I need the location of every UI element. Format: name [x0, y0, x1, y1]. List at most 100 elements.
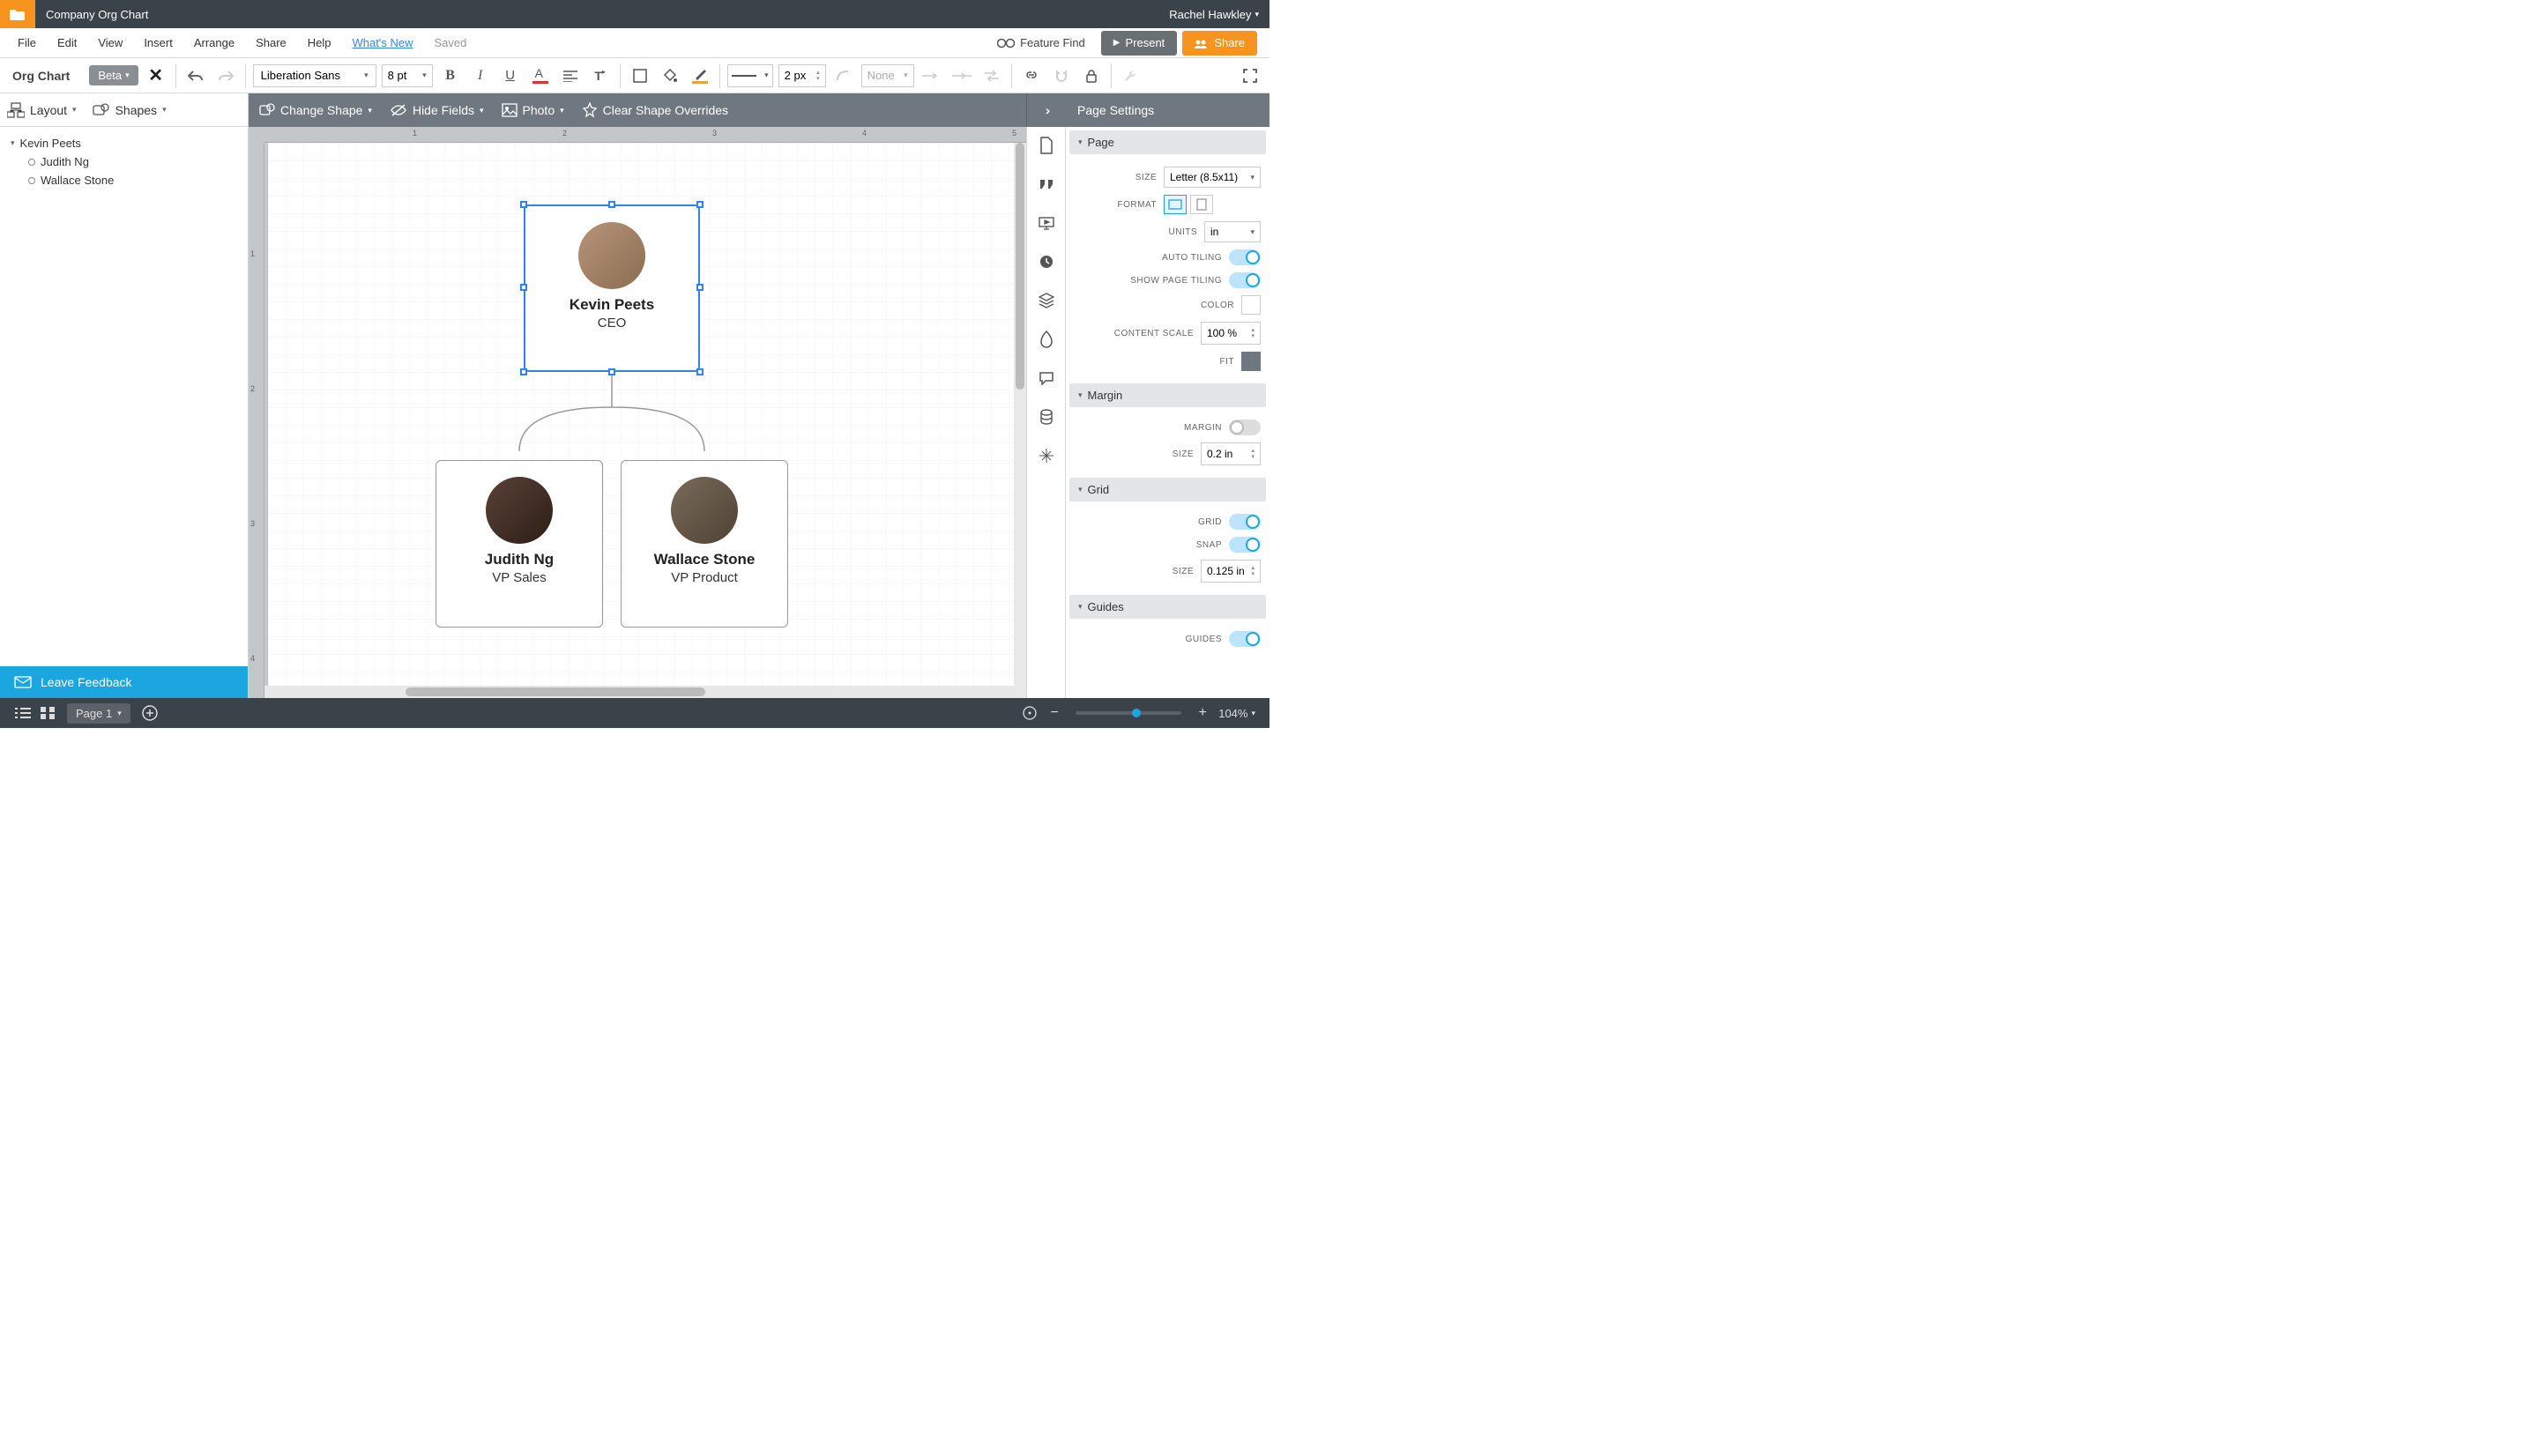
- share-button[interactable]: Share: [1182, 31, 1257, 56]
- content-scale-input[interactable]: 100 % ▴▾: [1201, 322, 1261, 345]
- layout-dropdown[interactable]: Layout▾: [7, 102, 77, 118]
- theme-icon[interactable]: [1037, 330, 1056, 349]
- canvas[interactable]: 1 2 3 4 5 1 2 3 4 Kevin Peets: [249, 127, 1026, 698]
- menu-insert[interactable]: Insert: [133, 36, 183, 49]
- grid-toggle[interactable]: [1229, 514, 1261, 530]
- zoom-level[interactable]: 104%▾: [1215, 707, 1259, 720]
- swap-ends-icon[interactable]: [979, 63, 1004, 88]
- resize-handle[interactable]: [696, 201, 704, 208]
- magnet-icon[interactable]: [1049, 63, 1074, 88]
- section-grid[interactable]: ▾Grid: [1069, 478, 1266, 501]
- resize-handle[interactable]: [608, 201, 615, 208]
- grid-size-input[interactable]: 0.125 in ▴▾: [1201, 560, 1261, 583]
- grid-view-icon[interactable]: [35, 701, 60, 725]
- bold-icon[interactable]: B: [438, 63, 463, 88]
- arrow-end-icon[interactable]: [920, 63, 944, 88]
- wrench-icon[interactable]: [1119, 63, 1143, 88]
- close-mode-icon[interactable]: ✕: [144, 63, 168, 88]
- line-curve-icon[interactable]: [831, 63, 856, 88]
- collapse-right-panel-icon[interactable]: ››: [1026, 93, 1065, 127]
- margin-size-input[interactable]: 0.2 in ▴▾: [1201, 442, 1261, 465]
- margin-toggle[interactable]: [1229, 420, 1261, 435]
- section-margin[interactable]: ▾Margin: [1069, 383, 1266, 407]
- document-title[interactable]: Company Org Chart: [35, 8, 148, 21]
- menu-edit[interactable]: Edit: [47, 36, 87, 49]
- folder-icon[interactable]: [0, 0, 35, 28]
- hide-fields-dropdown[interactable]: Hide Fields▾: [390, 103, 484, 117]
- org-card[interactable]: Wallace Stone VP Product: [621, 460, 788, 628]
- comments-icon[interactable]: [1037, 368, 1056, 388]
- add-page-icon[interactable]: [138, 701, 162, 725]
- fill-color-icon[interactable]: [658, 63, 682, 88]
- canvas-scrollbar-horizontal[interactable]: [264, 686, 1026, 698]
- zoom-slider[interactable]: [1076, 711, 1181, 715]
- leave-feedback-button[interactable]: Leave Feedback: [0, 666, 248, 698]
- auto-tiling-toggle[interactable]: [1229, 249, 1261, 265]
- beta-dropdown[interactable]: Beta▾: [89, 65, 138, 85]
- align-icon[interactable]: [558, 63, 583, 88]
- menu-file[interactable]: File: [7, 36, 47, 49]
- presentation-icon[interactable]: [1037, 213, 1056, 233]
- resize-handle[interactable]: [696, 368, 704, 375]
- section-page[interactable]: ▾Page: [1069, 130, 1266, 154]
- change-shape-dropdown[interactable]: Change Shape▾: [259, 102, 372, 118]
- lock-icon[interactable]: [1079, 63, 1104, 88]
- page-tab[interactable]: Page 1▾: [67, 703, 130, 724]
- border-color-icon[interactable]: [688, 63, 712, 88]
- page-surface[interactable]: Kevin Peets CEO Judith Ng VP Sales: [268, 143, 1017, 698]
- menu-arrange[interactable]: Arrange: [183, 36, 245, 49]
- menu-whats-new[interactable]: What's New: [342, 36, 424, 49]
- italic-icon[interactable]: I: [468, 63, 493, 88]
- org-card-root[interactable]: Kevin Peets CEO: [524, 204, 700, 372]
- page-color-swatch[interactable]: [1241, 295, 1261, 315]
- arrow-middle-icon[interactable]: [949, 63, 974, 88]
- org-card[interactable]: Judith Ng VP Sales: [436, 460, 603, 628]
- link-icon[interactable]: [1019, 63, 1044, 88]
- zoom-in-icon[interactable]: +: [1190, 701, 1215, 725]
- orientation-landscape[interactable]: [1164, 195, 1187, 214]
- shape-fill-icon[interactable]: [628, 63, 652, 88]
- user-menu[interactable]: Rachel Hawkley ▾: [1169, 8, 1270, 21]
- zoom-out-icon[interactable]: −: [1042, 701, 1067, 725]
- tree-child[interactable]: Judith Ng: [11, 152, 237, 171]
- tree-root[interactable]: ▾Kevin Peets: [11, 134, 237, 152]
- line-style-select[interactable]: ▾: [727, 64, 773, 87]
- target-icon[interactable]: [1017, 701, 1042, 725]
- units-select[interactable]: in▾: [1204, 221, 1261, 242]
- section-guides[interactable]: ▾Guides: [1069, 595, 1266, 619]
- data-icon[interactable]: [1037, 407, 1056, 427]
- outline-view-icon[interactable]: [11, 701, 35, 725]
- snap-toggle[interactable]: [1229, 537, 1261, 553]
- text-options-icon[interactable]: T▸: [588, 63, 613, 88]
- fullscreen-icon[interactable]: [1238, 63, 1262, 88]
- resize-handle[interactable]: [696, 284, 704, 291]
- resize-handle[interactable]: [520, 284, 527, 291]
- show-tiling-toggle[interactable]: [1229, 272, 1261, 288]
- tree-child[interactable]: Wallace Stone: [11, 171, 237, 189]
- resize-handle[interactable]: [608, 368, 615, 375]
- undo-icon[interactable]: [183, 63, 208, 88]
- text-color-icon[interactable]: A: [528, 63, 553, 88]
- stroke-width-select[interactable]: 2 px ▴▾: [778, 64, 826, 87]
- resize-handle[interactable]: [520, 201, 527, 208]
- quote-icon[interactable]: [1037, 175, 1056, 194]
- resize-handle[interactable]: [520, 368, 527, 375]
- font-family-select[interactable]: Liberation Sans▾: [253, 64, 376, 87]
- canvas-scrollbar-vertical[interactable]: [1014, 143, 1026, 686]
- layers-icon[interactable]: [1037, 291, 1056, 310]
- guides-toggle[interactable]: [1229, 631, 1261, 647]
- present-button[interactable]: ▶ Present: [1101, 31, 1178, 56]
- orientation-portrait[interactable]: [1190, 195, 1213, 214]
- page-size-select[interactable]: Letter (8.5x11)▾: [1164, 167, 1261, 188]
- page-icon[interactable]: [1037, 136, 1056, 155]
- menu-help[interactable]: Help: [297, 36, 342, 49]
- menu-share[interactable]: Share: [245, 36, 297, 49]
- font-size-select[interactable]: 8 pt▾: [382, 64, 433, 87]
- fit-button[interactable]: [1241, 352, 1261, 371]
- shapes-dropdown[interactable]: Shapes▾: [93, 102, 167, 118]
- clear-overrides-button[interactable]: Clear Shape Overrides: [582, 102, 728, 118]
- menu-view[interactable]: View: [87, 36, 133, 49]
- photo-dropdown[interactable]: Photo▾: [502, 103, 564, 117]
- history-icon[interactable]: [1037, 252, 1056, 271]
- underline-icon[interactable]: U: [498, 63, 523, 88]
